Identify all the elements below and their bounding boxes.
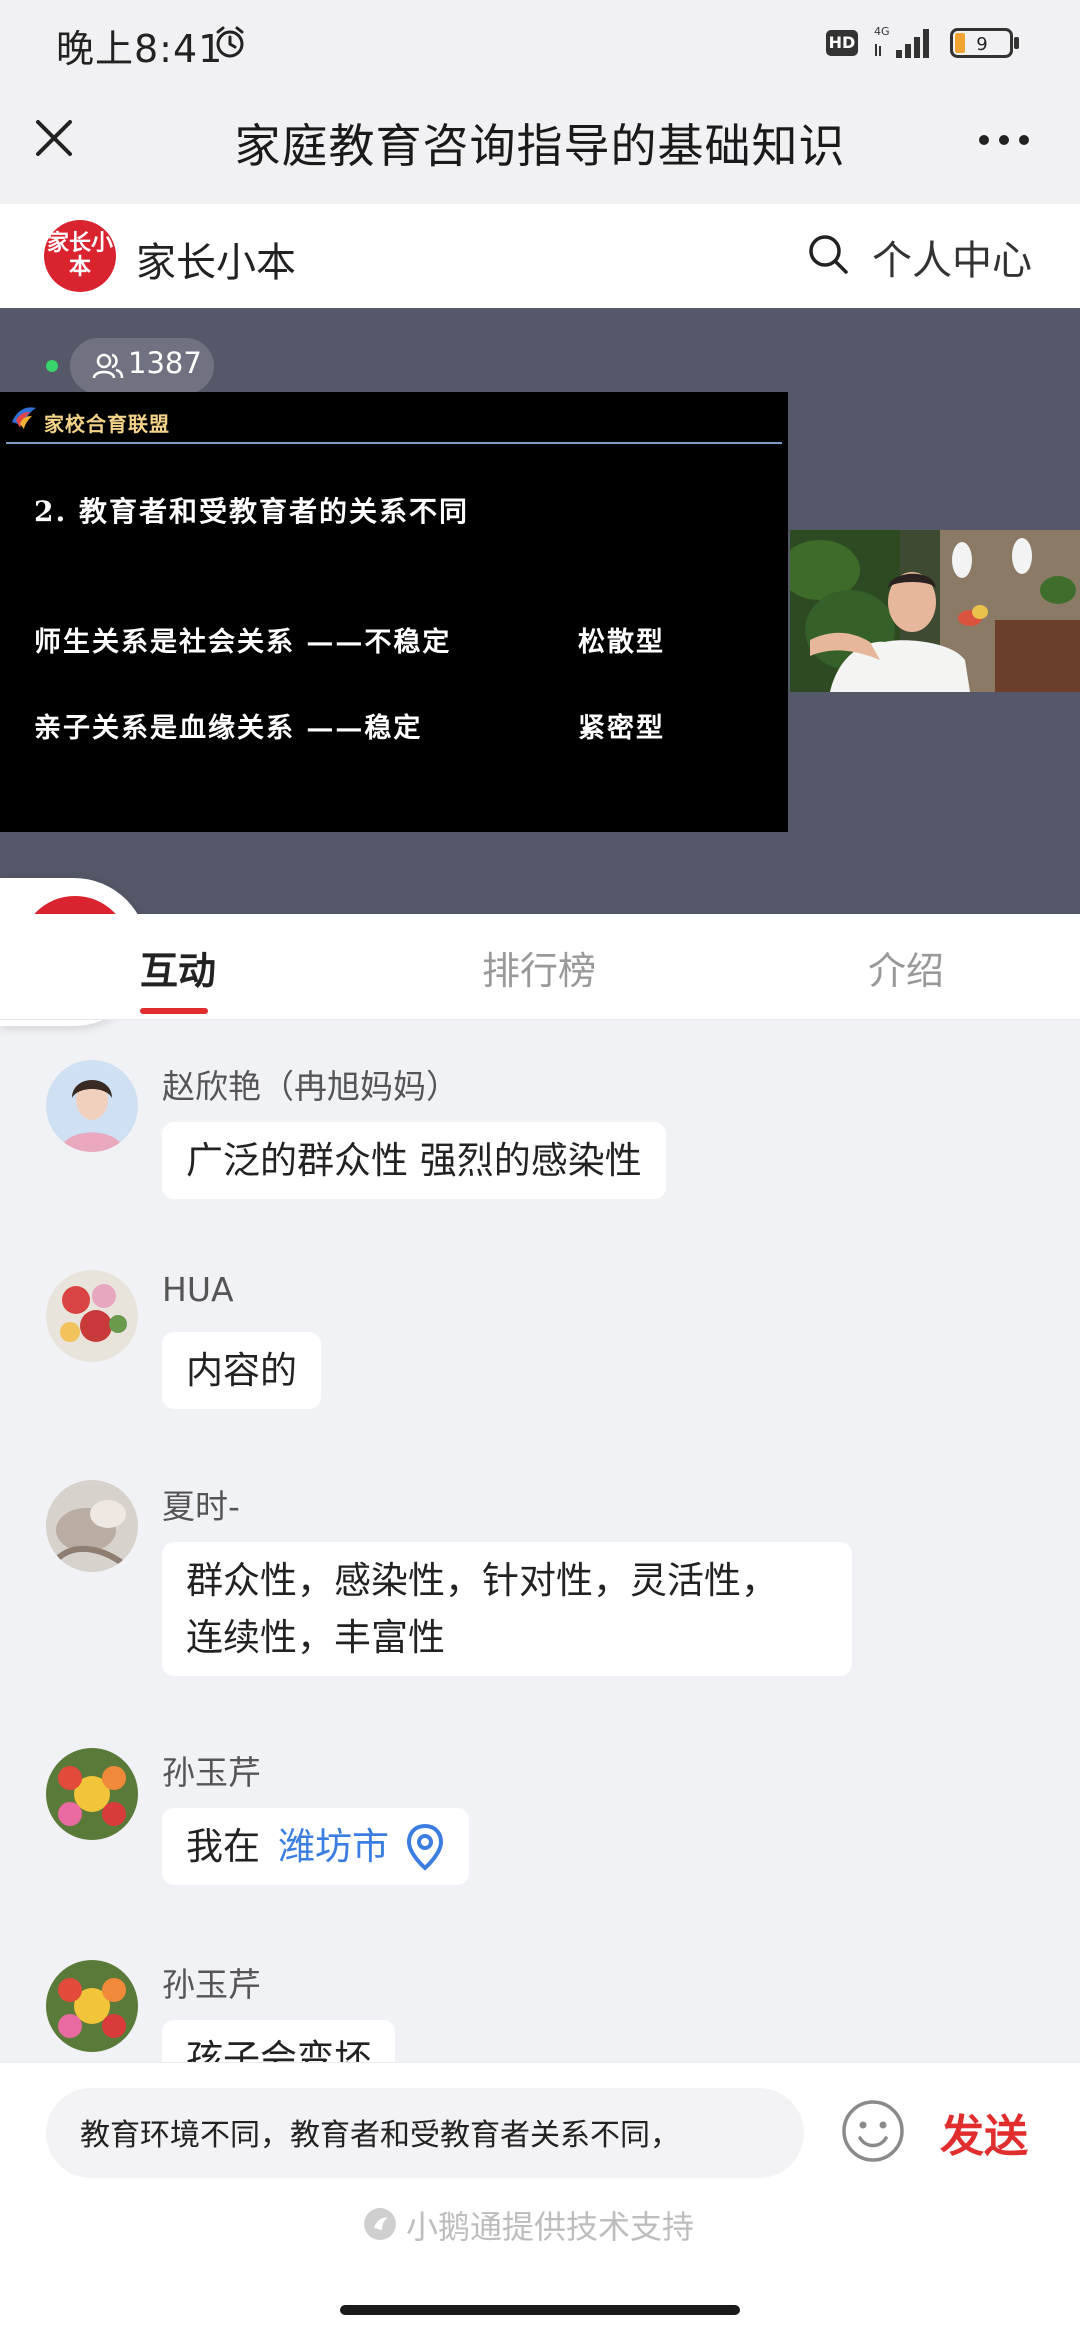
home-indicator[interactable] [340, 2305, 740, 2315]
status-time: 晚上8:41 [56, 27, 224, 71]
avatar[interactable] [46, 1270, 138, 1362]
presentation-slide [0, 392, 788, 832]
active-tab-indicator [140, 1008, 208, 1014]
users-icon [92, 353, 124, 379]
brand-name[interactable]: 家长小本 [136, 230, 296, 288]
bird-logo-icon [12, 407, 36, 429]
message-author: 夏时- [162, 1487, 240, 1526]
message-author: 孙玉芹 [162, 1753, 261, 1792]
slide-row-left: 亲子关系是血缘关系 ——稳定 [34, 713, 423, 744]
page-title: 家庭教育咨询指导的基础知识 [234, 119, 846, 173]
location-bubble[interactable]: 我在 潍坊市 [162, 1808, 469, 1885]
tab-interaction[interactable]: 互动 [140, 940, 216, 995]
message-author: 孙玉芹 [162, 1965, 261, 2004]
tech-support-text: 小鹅通提供技术支持 [406, 2208, 695, 2246]
slide-heading: 2. 教育者和受教育者的关系不同 [34, 495, 469, 528]
tab-ranking[interactable]: 排行榜 [482, 940, 596, 995]
signal-icon: 4G [874, 25, 929, 58]
presenter-camera [790, 530, 1080, 692]
location-pin-icon [406, 1823, 444, 1871]
emoji-icon[interactable] [840, 2098, 906, 2164]
avatar[interactable] [46, 1960, 138, 2052]
avatar[interactable] [46, 1060, 138, 1152]
message-line: 群众性，感染性，针对性，灵活性， [186, 1559, 778, 1602]
live-indicator [46, 360, 58, 372]
personal-center-link[interactable]: 个人中心 [872, 228, 1032, 286]
svg-text:4G: 4G [874, 25, 890, 38]
brand-logo[interactable]: 家长小本 [44, 220, 116, 292]
send-button[interactable]: 发送 [940, 2100, 1028, 2164]
avatar[interactable] [46, 1480, 138, 1572]
location-prefix: 我在 [186, 1825, 260, 1868]
avatar[interactable] [46, 1748, 138, 1840]
slide-brand: 家校合育联盟 [44, 412, 170, 436]
location-city[interactable]: 潍坊市 [278, 1818, 389, 1875]
slide-divider [6, 442, 782, 444]
message-bubble: 群众性，感染性，针对性，灵活性， 连续性，丰富性 [162, 1542, 852, 1676]
comment-input-value[interactable]: 教育环境不同，教育者和受教育者关系不同， [80, 2110, 780, 2154]
xiaoetong-logo-icon [364, 2208, 396, 2240]
message-bubble: 内容的 [162, 1332, 321, 1409]
alarm-icon [216, 26, 244, 58]
message-author: 赵欣艳（冉旭妈妈） [162, 1067, 459, 1106]
more-icon[interactable] [972, 118, 1036, 162]
message-author: HUA [162, 1270, 234, 1309]
tab-intro[interactable]: 介绍 [868, 940, 944, 995]
battery-icon: 9 [950, 28, 1019, 58]
viewer-count: 1387 [128, 346, 202, 380]
slide-row-right: 紧密型 [578, 713, 665, 744]
search-icon[interactable] [806, 232, 850, 276]
hd-badge: HD [826, 30, 858, 56]
slide-row-right: 松散型 [578, 627, 665, 658]
slide-row-left: 师生关系是社会关系 ——不稳定 [34, 627, 452, 658]
message-bubble: 广泛的群众性 强烈的感染性 [162, 1122, 666, 1199]
battery-level: 9 [976, 34, 987, 55]
message-line: 连续性，丰富性 [186, 1616, 445, 1659]
